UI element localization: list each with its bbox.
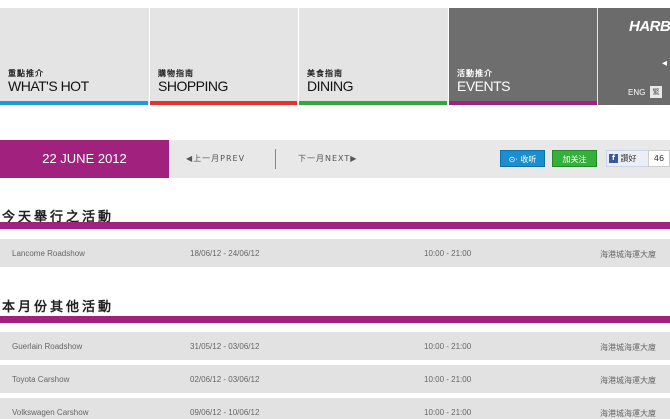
event-venue: 海港城海運大廈: [600, 409, 656, 418]
facebook-like-count: 46: [648, 150, 670, 167]
nav-events-underline: [449, 101, 597, 105]
weibo-listen-label: 收听: [520, 155, 537, 164]
event-name: Volkswagen Carshow: [12, 408, 89, 417]
event-venue: 海港城海運大廈: [600, 376, 656, 385]
event-time: 10:00 - 21:00: [424, 342, 472, 351]
site-logo[interactable]: HARB: [629, 18, 670, 35]
facebook-like-button[interactable]: f 讚好: [606, 150, 650, 167]
event-venue: 海港城海運大廈: [600, 250, 656, 259]
nav-whats-hot-underline: [0, 101, 148, 105]
event-time: 10:00 - 21:00: [424, 249, 472, 258]
weibo-icon: ⊙·: [508, 155, 518, 164]
date-nav-divider: [275, 149, 276, 169]
nav-shopping-en: SHOPPING: [158, 78, 228, 94]
table-row[interactable]: Guerlain Roadshow 31/05/12 - 03/06/12 10…: [0, 332, 670, 360]
event-date-range: 31/05/12 - 03/06/12: [190, 342, 260, 351]
nav-shopping-underline: [150, 101, 297, 105]
main-nav: 重點推介 WHAT'S HOT 購物指南 SHOPPING 美食指南 DININ…: [0, 8, 670, 105]
facebook-like-label: 讚好: [620, 154, 637, 163]
date-bar: 22 JUNE 2012 ◀上一月PREV 下一月NEXT▶ ⊙· 收听 加关注…: [0, 140, 670, 178]
table-row[interactable]: Lancome Roadshow 18/06/12 - 24/06/12 10:…: [0, 239, 670, 267]
language-chinese[interactable]: 繁: [650, 86, 662, 98]
event-name: Guerlain Roadshow: [12, 342, 83, 351]
event-name: Lancome Roadshow: [12, 249, 85, 258]
event-date-range: 18/06/12 - 24/06/12: [190, 249, 260, 258]
nav-shopping[interactable]: 購物指南 SHOPPING: [150, 8, 298, 105]
nav-events-en: EVENTS: [457, 78, 511, 94]
nav-dining-underline: [299, 101, 447, 105]
table-row[interactable]: Toyota Carshow 02/06/12 - 03/06/12 10:00…: [0, 365, 670, 393]
prev-month-link[interactable]: ◀上一月PREV: [186, 153, 245, 164]
nav-dining-en: DINING: [307, 78, 354, 94]
event-name: Toyota Carshow: [12, 375, 70, 384]
language-english[interactable]: ENG: [628, 88, 645, 97]
section-rule-today: [0, 222, 670, 229]
nav-events[interactable]: 活動推介 EVENTS: [449, 8, 598, 105]
event-date-range: 02/06/12 - 03/06/12: [190, 375, 260, 384]
facebook-icon: f: [609, 154, 618, 163]
weibo-listen-button[interactable]: ⊙· 收听: [500, 150, 545, 167]
section-title-this-month: 本月份其他活動: [2, 300, 115, 315]
section-rule-this-month: [0, 316, 670, 323]
event-time: 10:00 - 21:00: [424, 375, 472, 384]
event-time: 10:00 - 21:00: [424, 408, 472, 417]
nav-dining[interactable]: 美食指南 DINING: [299, 8, 448, 105]
event-date-range: 09/06/12 - 10/06/12: [190, 408, 260, 417]
event-venue: 海港城海運大廈: [600, 343, 656, 352]
follow-button[interactable]: 加关注: [552, 150, 597, 167]
brand-panel: HARB ◂ ENG 繁: [598, 8, 670, 105]
table-row[interactable]: Volkswagen Carshow 09/06/12 - 10/06/12 1…: [0, 398, 670, 419]
nav-whats-hot[interactable]: 重點推介 WHAT'S HOT: [0, 8, 149, 105]
nav-whats-hot-en: WHAT'S HOT: [8, 78, 89, 94]
logo-mark-icon: ◂: [662, 58, 668, 69]
current-date: 22 JUNE 2012: [0, 140, 169, 178]
next-month-link[interactable]: 下一月NEXT▶: [298, 153, 357, 164]
